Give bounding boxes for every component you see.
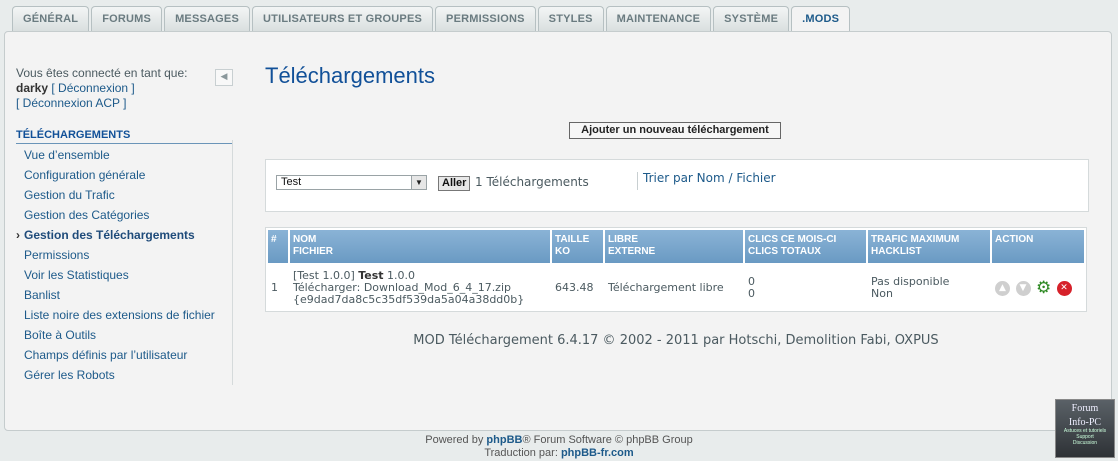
- row-hacklist-value: Non: [871, 287, 893, 300]
- row-hash: {e9dad7da8c5c35df539da5a04a38dd0b}: [293, 293, 525, 306]
- add-download-button[interactable]: Ajouter un nouveau téléchargement: [569, 122, 781, 139]
- sidebar-item-overview[interactable]: Vue d’ensemble: [16, 145, 232, 165]
- row-clicks: 0 0: [745, 265, 866, 311]
- tab-mods[interactable]: .MODS: [791, 6, 851, 32]
- col-size-label: TAILLE: [555, 234, 590, 245]
- powered-pre: Powered by: [425, 434, 487, 446]
- sidebar-item-categories[interactable]: Gestion des Catégories: [16, 205, 232, 225]
- gear-icon[interactable]: ⚙: [1036, 279, 1051, 296]
- sidebar-item-general-config[interactable]: Configuration générale: [16, 165, 232, 185]
- filter-bar: Test ▼ Aller 1 Téléchargements Trier par…: [265, 159, 1089, 212]
- col-free-label: LIBRE: [608, 234, 638, 245]
- phpbb-link[interactable]: phpBB: [486, 434, 522, 446]
- login-info: Vous êtes connecté en tant que: darky [ …: [16, 66, 232, 111]
- sidebar-item-banlist[interactable]: Banlist: [16, 285, 232, 305]
- row-clicks-total: 0: [748, 287, 755, 300]
- col-traffic-label: TRAFIC MAXIMUM: [871, 234, 960, 245]
- go-button[interactable]: Aller: [438, 176, 471, 191]
- filter-divider: [637, 172, 638, 190]
- logout-acp-link[interactable]: [ Déconnexion ACP ]: [16, 96, 232, 111]
- sidebar-item-toolbox[interactable]: Boîte à Outils: [16, 325, 232, 345]
- username: darky: [16, 81, 49, 95]
- col-size-unit: KO: [555, 246, 570, 257]
- powered-post: ® Forum Software © phpBB Group: [522, 434, 693, 446]
- col-hacklist-label: HACKLIST: [871, 246, 922, 257]
- col-num: #: [268, 230, 288, 263]
- tab-messages[interactable]: MESSAGES: [164, 6, 251, 31]
- logout-link[interactable]: [ Déconnexion ]: [51, 81, 134, 95]
- main-tabs: GÉNÉRAL FORUMS MESSAGES UTILISATEURS ET …: [12, 6, 851, 32]
- sort-link[interactable]: Trier par Nom / Fichier: [643, 171, 776, 185]
- row-actions: ▲ ▼ ⚙ ✕: [992, 265, 1084, 311]
- logged-in-label: Vous êtes connecté en tant que:: [16, 66, 188, 80]
- col-file-label: FICHIER: [293, 246, 333, 257]
- mod-copyright: MOD Téléchargement 6.4.17 © 2002 - 2011 …: [413, 333, 939, 348]
- move-down-icon[interactable]: ▼: [1015, 280, 1031, 296]
- col-clicks-month-label: CLICS CE MOIS-CI: [748, 234, 837, 245]
- chevron-down-icon: ▼: [411, 176, 426, 189]
- collapse-sidebar-icon[interactable]: ◀: [215, 69, 233, 86]
- tab-system[interactable]: SYSTÈME: [713, 6, 790, 31]
- sidebar-item-traffic[interactable]: Gestion du Trafic: [16, 185, 232, 205]
- badge-line1: Forum: [1071, 403, 1099, 414]
- tab-styles[interactable]: STYLES: [537, 6, 604, 31]
- category-select[interactable]: Test ▼: [276, 175, 427, 190]
- row-traffic: Pas disponible Non: [868, 265, 990, 311]
- row-free: Téléchargement libre: [608, 281, 724, 294]
- tab-forums[interactable]: FORUMS: [91, 6, 163, 31]
- download-count: 1 Téléchargements: [475, 175, 589, 189]
- col-free: LIBRE EXTERNE: [605, 230, 743, 263]
- sidebar-item-custom-fields[interactable]: Champs définis par l’utilisateur: [16, 345, 232, 365]
- downloads-table: # NOM FICHIER TAILLE KO LIBRE EXTERNE CL…: [265, 227, 1087, 312]
- col-external-label: EXTERNE: [608, 246, 656, 257]
- translation-pre: Traduction par:: [484, 447, 561, 459]
- sidebar-divider: [232, 140, 233, 385]
- site-footer: Powered by phpBB® Forum Software © phpBB…: [0, 434, 1118, 460]
- sidebar-section-title: TÉLÉCHARGEMENTS: [16, 129, 232, 144]
- col-clicks: CLICS CE MOIS-CI CLICS TOTAUX: [745, 230, 866, 263]
- table-row: 1 [Test 1.0.0] Test 1.0.0 Télécharger: D…: [268, 265, 1084, 311]
- sidebar-item-downloads[interactable]: Gestion des Téléchargements: [16, 225, 232, 245]
- sidebar-item-extension-blacklist[interactable]: Liste noire des extensions de fichier: [16, 305, 232, 325]
- col-name-file: NOM FICHIER: [290, 230, 550, 263]
- sidebar-item-permissions[interactable]: Permissions: [16, 245, 232, 265]
- tab-general[interactable]: GÉNÉRAL: [12, 6, 90, 31]
- col-clicks-total-label: CLICS TOTAUX: [748, 246, 821, 257]
- badge-line2: Info-PC: [1068, 417, 1102, 428]
- col-size: TAILLE KO: [552, 230, 603, 263]
- row-num: 1: [271, 281, 278, 294]
- row-size: 643.48: [555, 281, 594, 294]
- col-action: ACTION: [992, 230, 1084, 263]
- tab-maintenance[interactable]: MAINTENANCE: [605, 6, 712, 31]
- page-title: Téléchargements: [265, 63, 435, 88]
- sidebar-item-robots[interactable]: Gérer les Robots: [16, 365, 232, 385]
- category-select-value: Test: [281, 176, 302, 188]
- tab-permissions[interactable]: PERMISSIONS: [435, 6, 536, 31]
- translation-link[interactable]: phpBB-fr.com: [561, 447, 634, 459]
- col-name-label: NOM: [293, 234, 317, 245]
- sidebar-menu: Vue d’ensemble Configuration générale Ge…: [16, 145, 232, 385]
- row-clicks-month: 0: [748, 275, 755, 288]
- tab-users-groups[interactable]: UTILISATEURS ET GROUPES: [252, 6, 434, 31]
- forum-badge-logo: Forum Info-PC Astuces et tutoriels Suppo…: [1055, 399, 1115, 458]
- col-traffic: TRAFIC MAXIMUM HACKLIST: [868, 230, 990, 263]
- delete-icon[interactable]: ✕: [1056, 280, 1072, 296]
- badge-line5: Discussion: [1072, 440, 1098, 446]
- sidebar-item-statistics[interactable]: Voir les Statistiques: [16, 265, 232, 285]
- move-up-icon[interactable]: ▲: [995, 280, 1010, 296]
- row-name-cell: [Test 1.0.0] Test 1.0.0 Télécharger: Dow…: [290, 265, 550, 311]
